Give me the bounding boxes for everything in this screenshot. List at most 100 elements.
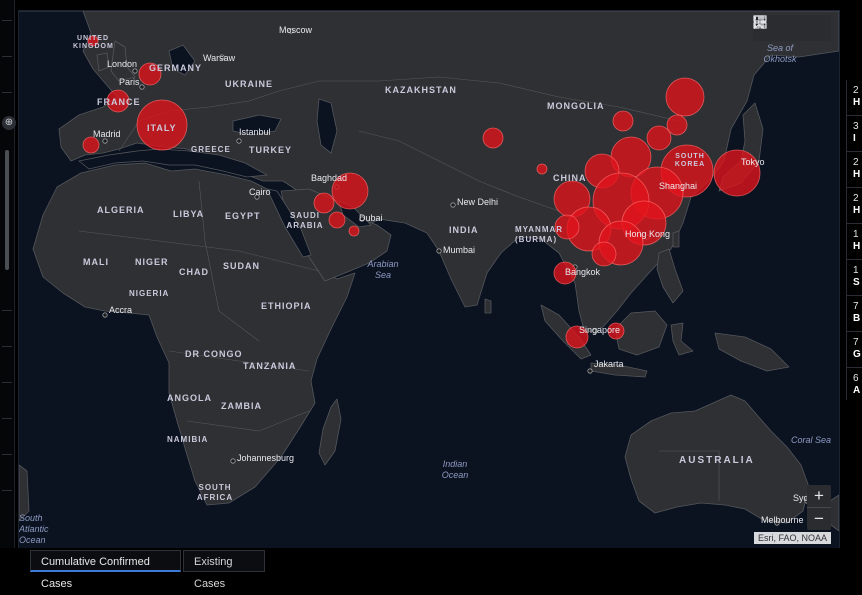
city-label: Shanghai <box>659 181 698 191</box>
case-count: 2 <box>853 193 859 204</box>
list-divider <box>2 382 12 383</box>
list-item[interactable]: 6A <box>847 368 862 400</box>
list-divider <box>2 346 12 347</box>
list-item[interactable]: 3I <box>847 116 862 152</box>
basemap-gallery-icon[interactable] <box>753 15 831 41</box>
case-count: 7 <box>853 337 859 348</box>
taiwan-landmass <box>672 230 680 248</box>
map-attribution[interactable]: Esri, FAO, NOAA <box>753 532 831 544</box>
country-label: ZAMBIA <box>221 401 262 411</box>
list-item[interactable]: 1S <box>847 260 862 296</box>
zoom-in-button[interactable]: + <box>807 485 831 507</box>
country-label: MONGOLIA <box>547 101 605 111</box>
country-label: CHAD <box>179 267 209 277</box>
country-label: LIBYA <box>173 209 205 219</box>
city-label: Jakarta <box>594 359 624 369</box>
country-label: ALGERIA <box>97 205 145 215</box>
country-label: FRANCE <box>97 97 141 107</box>
list-divider <box>2 418 12 419</box>
case-count: 3 <box>853 121 859 132</box>
case-bubble <box>665 77 705 117</box>
map-toolbar <box>753 15 831 41</box>
tab-cumulative-confirmed-cases[interactable]: Cumulative Confirmed Cases <box>30 550 181 590</box>
country-label: TURKEY <box>249 145 293 155</box>
country-label: DR CONGO <box>185 349 243 359</box>
region-name: S <box>853 277 860 288</box>
country-label: UNITED KINGDOM <box>73 35 114 50</box>
country-label: GERMANY <box>149 63 203 73</box>
region-name: H <box>853 205 861 216</box>
sea-label: Coral Sea <box>791 435 832 445</box>
country-label: ITALY <box>147 123 177 133</box>
list-item[interactable]: 2H <box>847 80 862 116</box>
list-item[interactable]: 2H <box>847 188 862 224</box>
country-label: TANZANIA <box>243 361 297 371</box>
expand-icon[interactable]: ⊕ <box>2 116 16 130</box>
country-label: NIGERIA <box>129 289 170 298</box>
case-count: 1 <box>853 229 859 240</box>
map-view[interactable]: UNITED KINGDOM FRANCE GERMANY ITALY UKRA… <box>18 10 840 550</box>
country-label: GREECE <box>191 145 231 154</box>
case-count: 6 <box>853 373 859 384</box>
zoom-control: + − <box>807 485 831 530</box>
list-item[interactable]: 2H <box>847 152 862 188</box>
country-label: SOUTH KOREA <box>674 153 706 168</box>
country-label: MALI <box>83 257 109 267</box>
list-item[interactable]: 1H <box>847 224 862 260</box>
case-bubble <box>591 241 617 267</box>
city-label: Paris <box>119 77 140 87</box>
city-label: Bangkok <box>565 267 601 277</box>
case-count: 7 <box>853 301 859 312</box>
case-bubble <box>82 136 100 154</box>
city-label: Tokyo <box>741 157 765 167</box>
city-label: Dubai <box>359 213 383 223</box>
case-bubble <box>612 110 634 132</box>
city-label: Johannesburg <box>237 453 295 463</box>
list-divider <box>2 454 12 455</box>
city-label: Warsaw <box>203 53 236 63</box>
list-item[interactable]: 7B <box>847 296 862 332</box>
list-divider <box>2 490 12 491</box>
case-bubble <box>328 211 346 229</box>
list-divider <box>2 92 12 93</box>
country-label: SUDAN <box>223 261 261 271</box>
country-label: ETHIOPIA <box>261 301 312 311</box>
country-label: ANGOLA <box>167 393 212 403</box>
region-name: H <box>853 97 861 108</box>
tab-existing-cases[interactable]: Existing Cases <box>183 550 265 590</box>
case-count: 2 <box>853 157 859 168</box>
region-name: H <box>853 169 861 180</box>
region-name: A <box>853 385 861 396</box>
city-label: Madrid <box>93 129 121 139</box>
country-label: NIGER <box>135 257 169 267</box>
city-label: New Delhi <box>457 197 499 207</box>
region-name: I <box>853 133 856 144</box>
city-label: London <box>107 59 138 69</box>
country-label: INDIA <box>449 225 479 235</box>
country-label: MYANMAR (BURMA) <box>515 225 564 244</box>
case-bubble <box>666 114 688 136</box>
city-label: Moscow <box>279 25 313 35</box>
city-label: Cairo <box>249 187 271 197</box>
left-panel-edge <box>0 0 15 575</box>
case-bubble <box>536 163 548 175</box>
sea-label: Arabian Sea <box>367 259 399 280</box>
country-label: KAZAKHSTAN <box>385 85 457 95</box>
country-label: SOUTH AFRICA <box>196 483 234 502</box>
case-count: 1 <box>853 265 859 276</box>
zoom-out-button[interactable]: − <box>807 508 831 530</box>
left-panel-scrollbar[interactable] <box>5 150 9 270</box>
country-label: UKRAINE <box>225 79 274 89</box>
map-tab-bar: Cumulative Confirmed Cases Existing Case… <box>0 548 862 590</box>
city-label: Melbourne <box>761 515 804 525</box>
legend-icon[interactable] <box>754 15 805 41</box>
country-label: EGYPT <box>225 211 261 221</box>
list-divider <box>2 310 12 311</box>
list-item[interactable]: 7G <box>847 332 862 368</box>
sea-label: Sea of Okhotsk <box>763 43 797 64</box>
city-label: Istanbul <box>239 127 271 137</box>
case-bubble <box>348 225 360 237</box>
dashboard: ⊕ UNITED KINGDOM FRANCE GERMANY ITALY UK… <box>0 0 862 590</box>
city-label: Singapore <box>579 325 621 335</box>
region-name: B <box>853 313 861 324</box>
